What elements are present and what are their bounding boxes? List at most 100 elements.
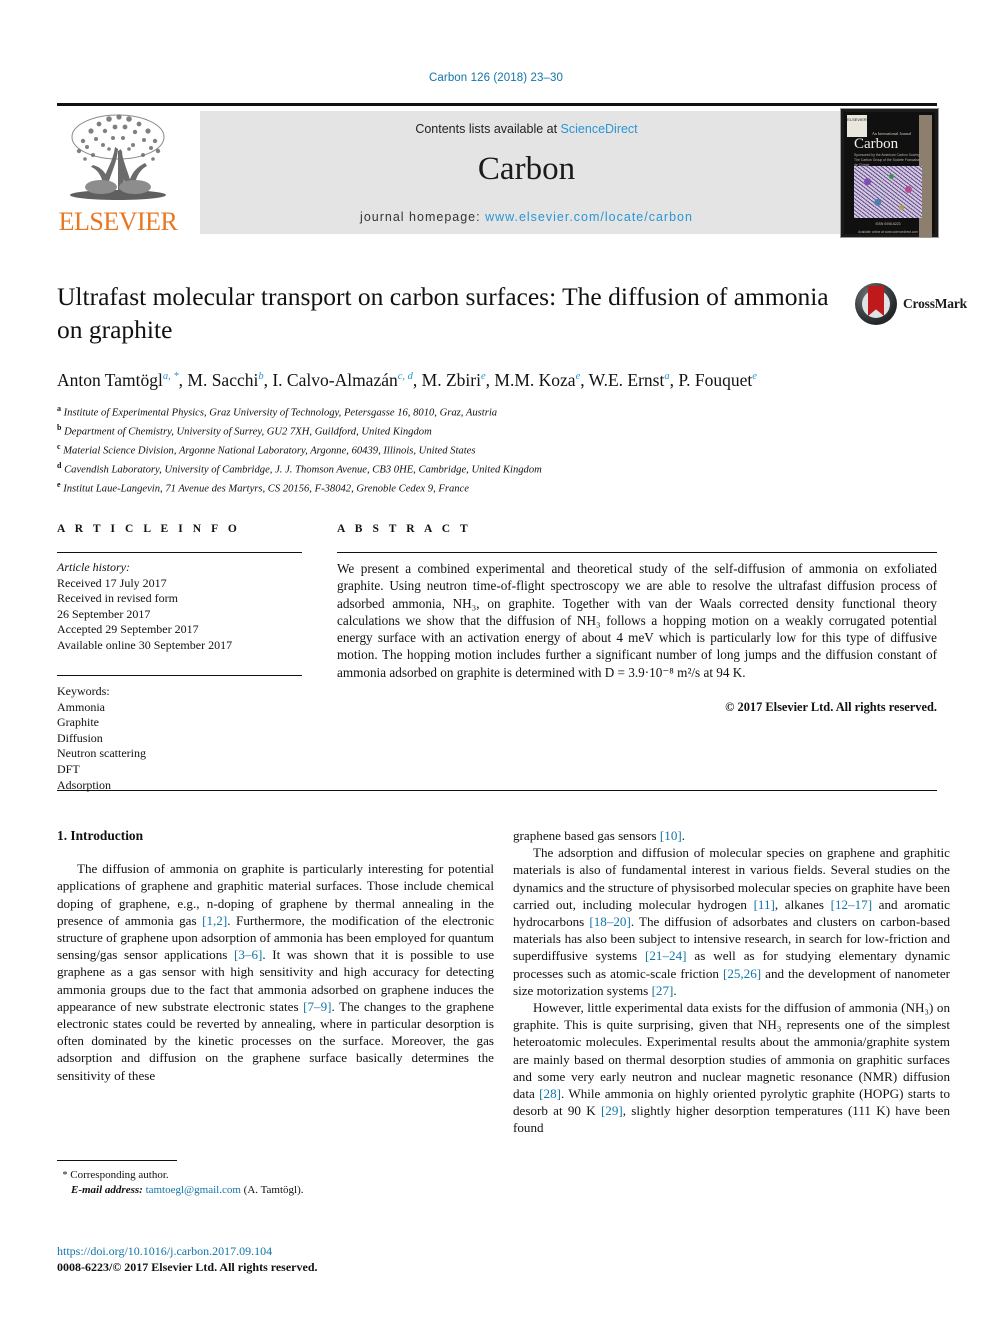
citation-ref[interactable]: [3–6] — [234, 947, 262, 962]
article-history-item: Accepted 29 September 2017 — [57, 622, 199, 637]
author-name: I. Calvo-Almazán — [272, 369, 398, 390]
affiliation-key: e — [57, 480, 61, 490]
citation-ref[interactable]: [11] — [754, 897, 775, 912]
author-name: P. Fouquet — [678, 369, 753, 390]
citation-ref[interactable]: [27] — [652, 983, 674, 998]
cover-title: Carbon — [854, 136, 899, 152]
abstract-heading: A B S T R A C T — [337, 523, 472, 535]
contents-prefix: Contents lists available at — [415, 122, 561, 136]
footnote-rule — [57, 1160, 177, 1161]
doi-block: https://doi.org/10.1016/j.carbon.2017.09… — [57, 1243, 494, 1275]
citation-ref[interactable]: [21–24] — [645, 948, 686, 963]
running-head: Carbon 126 (2018) 23–30 — [428, 72, 563, 84]
journal-title: Carbon — [477, 151, 576, 187]
affiliation-key: a — [57, 403, 61, 413]
crossmark-badge[interactable]: CrossMark — [855, 283, 967, 328]
section-heading-introduction: 1. Introduction — [57, 828, 144, 843]
article-history: Article history: Received 17 July 2017 R… — [57, 560, 302, 654]
affiliation-text: Institut Laue-Langevin, 71 Avenue des Ma… — [63, 483, 469, 495]
homepage-link[interactable]: www.elsevier.com/locate/carbon — [485, 210, 693, 224]
affiliation-text: Institute of Experimental Physics, Graz … — [63, 407, 498, 419]
body-column-left: 1. Introduction The diffusion of ammonia… — [57, 827, 494, 1084]
affiliation-item: c Material Science Division, Argonne Nat… — [57, 440, 847, 459]
citation-ref[interactable]: [18–20] — [589, 914, 630, 929]
citation-ref[interactable]: [1,2] — [202, 913, 227, 928]
keyword-item: DFT — [57, 761, 80, 776]
affiliation-text: Department of Chemistry, University of S… — [64, 426, 432, 438]
abstract-copyright: © 2017 Elsevier Ltd. All rights reserved… — [725, 700, 937, 714]
cover-footer-line2: Available online at www.sciencedirect.co… — [858, 230, 918, 234]
email-link[interactable]: tamtoegl@gmail.com — [146, 1184, 241, 1196]
citation-ref[interactable]: [10] — [660, 828, 682, 843]
cover-footer-line1: ISSN 0008-6223 — [875, 222, 901, 226]
affiliation-item: d Cavendish Laboratory, University of Ca… — [57, 459, 847, 478]
email-owner: (A. Tamtögl). — [243, 1184, 304, 1196]
citation-ref[interactable]: [28] — [539, 1086, 561, 1101]
author-item: M. Sacchib — [187, 370, 263, 390]
citation-ref[interactable]: [25,26] — [723, 966, 761, 981]
affiliation-key: b — [57, 422, 62, 432]
citation-ref[interactable]: [29] — [601, 1103, 623, 1118]
abstract-column: A B S T R A C T — [337, 523, 937, 535]
keyword-item: Graphite — [57, 715, 99, 730]
author-item: Anton Tamtögla, * — [57, 370, 179, 390]
cover-publisher-mark: ELSEVIER — [847, 115, 867, 137]
article-history-item: Available online 30 September 2017 — [57, 637, 233, 652]
article-info-column: A R T I C L E I N F O — [57, 523, 302, 535]
author-affiliation-marker: e — [480, 371, 486, 382]
author-affiliation-marker: a, * — [162, 371, 179, 382]
author-name: Anton Tamtögl — [57, 369, 163, 390]
keywords-block: Keywords: Ammonia Graphite Diffusion Neu… — [57, 684, 302, 793]
doi-link[interactable]: https://doi.org/10.1016/j.carbon.2017.09… — [57, 1243, 494, 1259]
paragraph: The adsorption and diffusion of molecula… — [513, 845, 951, 998]
elsevier-tree-icon — [63, 111, 173, 207]
cover-brandbar-text: ELSEVIER — [847, 117, 867, 122]
author-item: P. Fouquete — [678, 370, 757, 390]
affiliation-text: Cavendish Laboratory, University of Camb… — [64, 464, 542, 476]
article-history-label: Article history: — [57, 560, 130, 574]
cover-artwork — [854, 166, 922, 218]
corresponding-author-note: * Corresponding author. — [57, 1168, 494, 1183]
journal-cover-thumbnail: ELSEVIER An International Journal Carbon… — [840, 108, 939, 238]
contents-band: Contents lists available at ScienceDirec… — [200, 111, 853, 234]
cover-inner: ELSEVIER An International Journal Carbon… — [844, 112, 935, 237]
homepage-label: journal homepage: — [360, 210, 486, 224]
paragraph: The diffusion of ammonia on graphite is … — [57, 861, 495, 1083]
author-item: M. Zbirie — [422, 370, 486, 390]
article-info-rule — [57, 552, 302, 553]
keyword-item: Neutron scattering — [57, 746, 146, 761]
paper-page: Carbon 126 (2018) 23–30 ELSEVIER Content… — [0, 0, 992, 1323]
article-history-item: 26 September 2017 — [57, 606, 151, 621]
crossmark-icon — [855, 283, 897, 325]
article-history-item: Received in revised form — [57, 591, 178, 606]
keywords-label: Keywords: — [57, 684, 110, 698]
elsevier-logo: ELSEVIER — [57, 111, 179, 236]
paragraph: graphene based gas sensors [10]. — [513, 828, 686, 843]
issn-copyright-line: 0008-6223/© 2017 Elsevier Ltd. All right… — [57, 1260, 318, 1274]
abstract-text: We present a combined experimental and t… — [337, 561, 937, 680]
author-name: M. Sacchi — [187, 369, 259, 390]
masthead-top-rule — [57, 103, 937, 106]
citation-ref[interactable]: [12–17] — [831, 897, 872, 912]
corresponding-label: Corresponding author. — [70, 1169, 169, 1181]
page-title: Ultrafast molecular transport on carbon … — [57, 282, 829, 344]
journal-masthead: ELSEVIER Contents lists available at Sci… — [57, 103, 939, 238]
affiliation-item: b Department of Chemistry, University of… — [57, 421, 847, 440]
author-affiliation-marker: e — [575, 371, 581, 382]
author-name: M.M. Koza — [494, 369, 576, 390]
article-info-heading: A R T I C L E I N F O — [57, 523, 241, 535]
email-note: E-mail address: tamtoegl@gmail.com (A. T… — [57, 1183, 494, 1198]
affiliation-list: a Institute of Experimental Physics, Gra… — [57, 402, 847, 498]
author-item: M.M. Kozae — [494, 370, 580, 390]
journal-homepage-line: journal homepage: www.elsevier.com/locat… — [200, 210, 853, 224]
author-item: W.E. Ernsta — [589, 370, 670, 390]
author-affiliation-marker: a — [664, 371, 670, 382]
sciencedirect-link[interactable]: ScienceDirect — [561, 122, 638, 136]
footnote-block: * Corresponding author. E-mail address: … — [57, 1168, 494, 1198]
affiliation-item: e Institut Laue-Langevin, 71 Avenue des … — [57, 478, 847, 497]
author-affiliation-marker: e — [752, 371, 757, 382]
affiliation-key: c — [57, 442, 61, 452]
citation-ref[interactable]: [7–9] — [303, 999, 331, 1014]
corresponding-marker: * — [62, 1170, 68, 1181]
affiliation-key: d — [57, 461, 62, 471]
